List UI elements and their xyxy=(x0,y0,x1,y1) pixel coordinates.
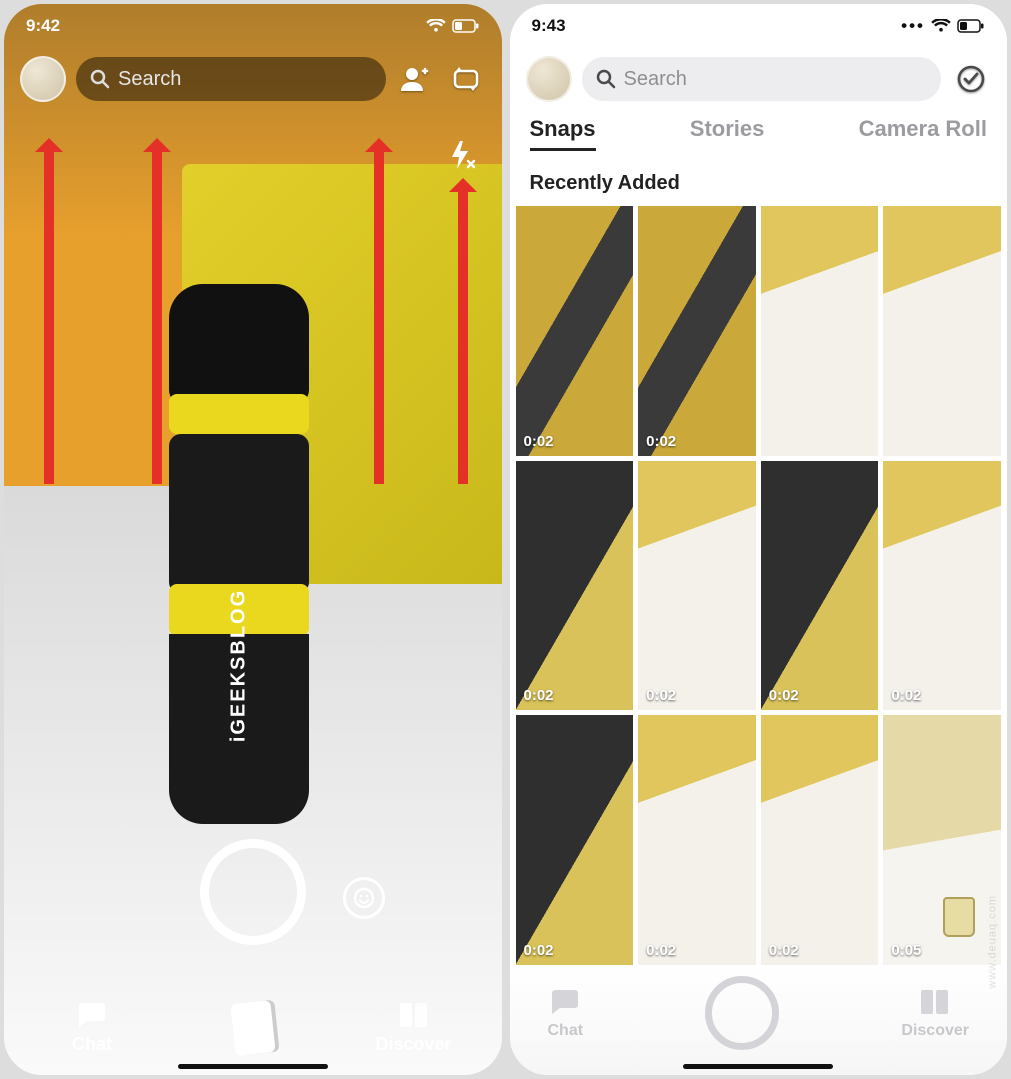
annotation-arrow xyxy=(44,144,54,484)
flash-toggle[interactable] xyxy=(446,139,478,176)
memories-tile[interactable] xyxy=(883,206,1001,456)
nav-discover-label: Discover xyxy=(375,1034,451,1054)
memories-tile[interactable]: 0:02 xyxy=(883,461,1001,711)
capture-button[interactable] xyxy=(200,839,306,945)
camera-screen: iGEEKSBLOG 9:42 Search xyxy=(4,4,502,1075)
tile-duration: 0:02 xyxy=(646,942,676,959)
lenses-button[interactable] xyxy=(343,877,385,919)
battery-icon xyxy=(452,19,480,33)
annotation-arrow xyxy=(374,144,384,484)
memories-tile[interactable] xyxy=(761,206,879,456)
status-time: 9:43 xyxy=(532,16,566,36)
memories-tile[interactable]: 0:05 xyxy=(883,715,1001,965)
wifi-icon xyxy=(931,19,951,33)
watermark: www.deuaq.com xyxy=(987,895,999,989)
tile-duration: 0:02 xyxy=(524,687,554,704)
memories-tile[interactable]: 0:02 xyxy=(516,715,634,965)
bottom-nav: Chat Discover xyxy=(4,1000,502,1055)
tile-duration: 0:02 xyxy=(891,687,921,704)
nav-chat-label: Chat xyxy=(548,1022,584,1040)
profile-avatar[interactable] xyxy=(526,56,572,102)
battery-icon xyxy=(957,19,985,33)
status-bar: 9:43 ••• xyxy=(510,4,1008,48)
flip-camera-button[interactable] xyxy=(446,64,486,94)
home-indicator xyxy=(178,1064,328,1069)
checkmark-circle-icon xyxy=(955,63,987,95)
status-bar: 9:42 xyxy=(4,4,502,48)
search-placeholder: Search xyxy=(624,68,687,91)
annotation-arrow xyxy=(152,144,162,484)
tab-snaps[interactable]: Snaps xyxy=(530,116,596,151)
wifi-icon xyxy=(426,19,446,33)
status-time: 9:42 xyxy=(26,16,60,36)
tile-duration: 0:02 xyxy=(769,687,799,704)
memories-tile[interactable]: 0:02 xyxy=(516,461,634,711)
nav-discover[interactable]: Discover xyxy=(901,987,969,1040)
tile-duration: 0:02 xyxy=(524,942,554,959)
search-placeholder: Search xyxy=(118,68,181,91)
chat-icon xyxy=(548,987,582,1017)
select-button[interactable] xyxy=(951,63,991,95)
search-input[interactable]: Search xyxy=(582,57,942,101)
tile-duration: 0:02 xyxy=(646,687,676,704)
memories-tabs: Snaps Stories Camera Roll xyxy=(510,116,1008,151)
search-input[interactable]: Search xyxy=(76,57,386,101)
add-friend-button[interactable] xyxy=(396,65,436,93)
memories-screen: 9:43 ••• Search Snaps Stories Camera Rol… xyxy=(510,4,1008,1075)
tile-duration: 0:02 xyxy=(646,433,676,450)
nav-chat[interactable]: Chat xyxy=(42,1000,142,1055)
search-icon xyxy=(596,69,616,89)
memories-tile[interactable]: 0:02 xyxy=(638,206,756,456)
memories-grid: 0:02 0:02 0:02 0:02 0:02 0:02 0:02 0:02 0:02 0:05 xyxy=(516,206,1002,965)
memories-tile[interactable]: 0:02 xyxy=(638,461,756,711)
search-icon xyxy=(90,69,110,89)
memories-tile[interactable]: 0:02 xyxy=(761,715,879,965)
profile-avatar[interactable] xyxy=(20,56,66,102)
capture-button[interactable] xyxy=(705,976,779,1050)
discover-icon xyxy=(397,1000,431,1030)
discover-icon xyxy=(918,987,952,1017)
bottle-illustration: iGEEKSBLOG xyxy=(169,284,309,824)
top-toolbar: Search xyxy=(4,56,502,102)
nav-chat[interactable]: Chat xyxy=(548,987,584,1040)
chat-icon xyxy=(75,1000,109,1030)
top-toolbar: Search xyxy=(510,56,1008,102)
tab-stories[interactable]: Stories xyxy=(690,116,765,151)
tile-duration: 0:05 xyxy=(891,942,921,959)
memories-icon xyxy=(230,1000,275,1056)
bottom-dock: Chat Discover xyxy=(510,965,1008,1075)
section-title: Recently Added xyxy=(530,172,680,195)
annotation-arrow xyxy=(458,184,468,484)
memories-tile[interactable]: 0:02 xyxy=(638,715,756,965)
tile-duration: 0:02 xyxy=(769,942,799,959)
smiley-icon xyxy=(353,887,375,909)
nav-memories[interactable] xyxy=(203,1000,303,1055)
tile-duration: 0:02 xyxy=(524,433,554,450)
home-indicator xyxy=(683,1064,833,1069)
nav-chat-label: Chat xyxy=(72,1034,112,1054)
memories-tile[interactable]: 0:02 xyxy=(516,206,634,456)
memories-tile[interactable]: 0:02 xyxy=(761,461,879,711)
nav-discover-label: Discover xyxy=(901,1022,969,1040)
tab-camera-roll[interactable]: Camera Roll xyxy=(859,116,987,151)
nav-discover[interactable]: Discover xyxy=(364,1000,464,1055)
more-icon: ••• xyxy=(901,16,925,36)
bottle-label: iGEEKSBLOG xyxy=(227,589,250,742)
